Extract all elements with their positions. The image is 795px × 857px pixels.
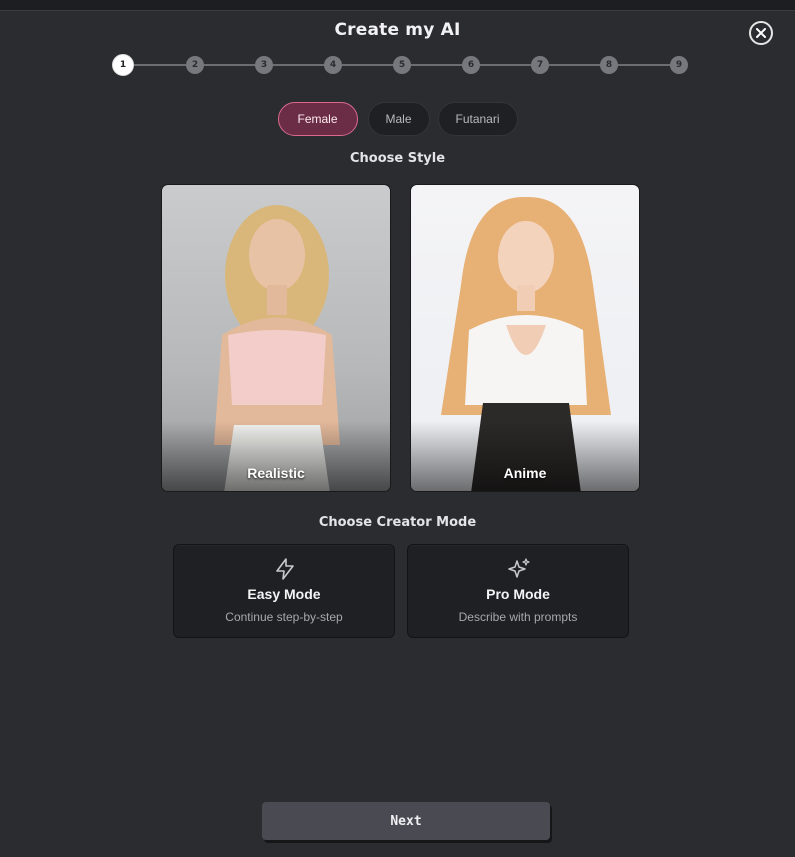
step-6[interactable]: 6: [462, 56, 480, 74]
step-4[interactable]: 4: [324, 56, 342, 74]
sparkles-icon: [508, 558, 530, 578]
easy-mode-card[interactable]: Easy Mode Continue step-by-step: [173, 544, 395, 638]
pro-mode-card[interactable]: Pro Mode Describe with prompts: [407, 544, 629, 638]
step-2[interactable]: 2: [186, 56, 204, 74]
next-button[interactable]: Next: [262, 802, 550, 840]
easy-mode-subtitle: Continue step-by-step: [225, 610, 343, 624]
step-5[interactable]: 5: [393, 56, 411, 74]
gender-tab-futanari[interactable]: Futanari: [437, 102, 518, 136]
step-9[interactable]: 9: [670, 56, 688, 74]
choose-creator-mode-heading: Choose Creator Mode: [318, 515, 477, 530]
step-3[interactable]: 3: [255, 56, 273, 74]
style-label-realistic: Realistic: [247, 465, 305, 481]
style-card-anime[interactable]: Anime: [410, 184, 640, 492]
easy-mode-title: Easy Mode: [247, 586, 321, 602]
gender-selector: Female Male Futanari: [0, 102, 795, 136]
pro-mode-subtitle: Describe with prompts: [458, 610, 578, 624]
gender-tab-male[interactable]: Male: [367, 102, 430, 136]
step-1[interactable]: 1: [112, 54, 134, 76]
style-card-realistic[interactable]: Realistic: [161, 184, 391, 492]
window-top-bar: [0, 0, 795, 11]
close-button[interactable]: [749, 21, 773, 45]
lightning-icon: [276, 558, 294, 580]
pro-mode-title: Pro Mode: [486, 586, 550, 602]
step-progress: 1 2 3 4 5 6 7 8 9: [112, 54, 690, 76]
close-icon: [756, 28, 766, 38]
choose-style-heading: Choose Style: [349, 151, 446, 166]
step-8[interactable]: 8: [600, 56, 618, 74]
dialog-title: Create my AI: [334, 20, 461, 40]
gender-tab-female[interactable]: Female: [277, 102, 358, 136]
style-label-anime: Anime: [503, 465, 547, 481]
step-7[interactable]: 7: [531, 56, 549, 74]
